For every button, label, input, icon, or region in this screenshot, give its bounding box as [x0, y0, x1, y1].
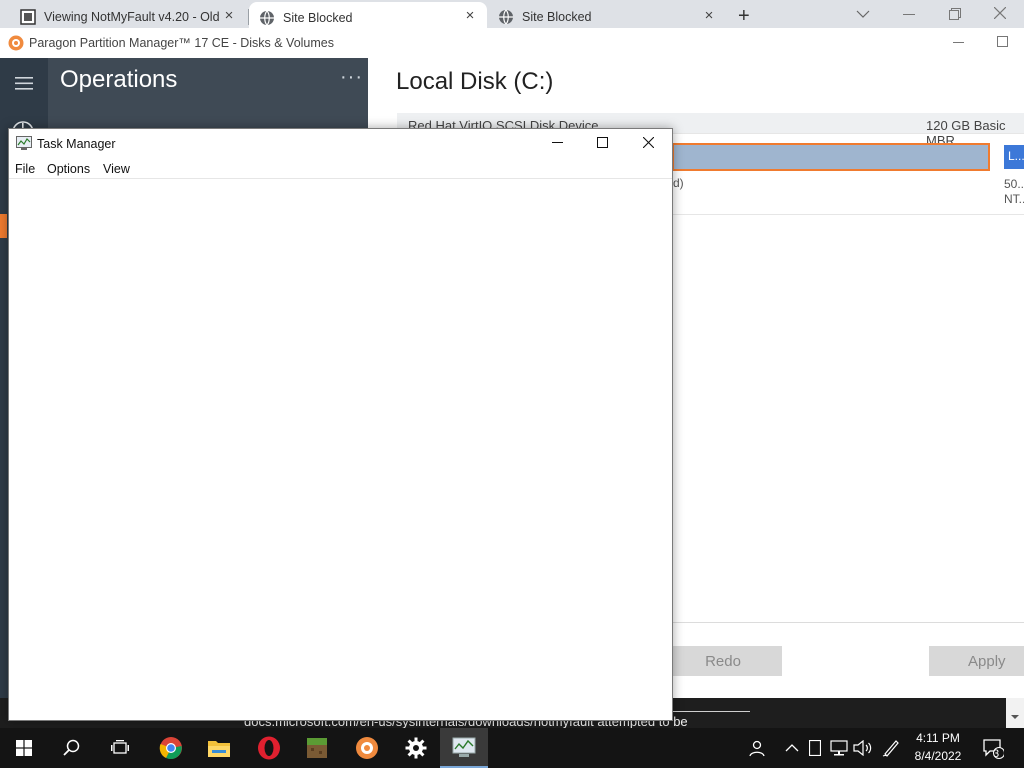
notification-scrollbar[interactable]	[1006, 698, 1024, 728]
maximize-icon[interactable]	[597, 137, 608, 148]
task-view-icon[interactable]	[105, 733, 135, 763]
opera-icon[interactable]	[254, 733, 284, 763]
file-explorer-icon[interactable]	[204, 733, 234, 763]
tab-search-chevron-icon[interactable]	[856, 9, 870, 19]
active-section-indicator	[0, 214, 7, 238]
paragon-logo-icon	[8, 35, 24, 51]
start-windows-icon[interactable]	[9, 733, 39, 763]
pen-ink-icon[interactable]	[876, 733, 906, 763]
menu-file[interactable]: File	[15, 162, 35, 176]
minimize-icon[interactable]	[903, 14, 915, 16]
menu-view[interactable]: View	[103, 162, 130, 176]
tab-title: Site Blocked	[283, 10, 353, 25]
volume-icon[interactable]	[848, 733, 878, 763]
tab-title: Site Blocked	[522, 9, 592, 24]
minimize-icon[interactable]	[953, 42, 964, 44]
partition-label-tile[interactable]: L...	[1004, 145, 1024, 169]
partition-size: 50...	[1004, 177, 1024, 191]
globe-icon	[498, 9, 514, 25]
close-tab-icon[interactable]: ×	[702, 8, 716, 23]
maximize-icon[interactable]	[997, 36, 1008, 47]
notification-count-badge: 3	[993, 748, 1000, 760]
globe-icon	[259, 10, 275, 26]
task-manager-title: Task Manager	[37, 137, 116, 151]
apply-button[interactable]: Apply	[929, 646, 1024, 676]
minimize-icon[interactable]	[552, 142, 563, 144]
search-icon[interactable]	[57, 733, 87, 763]
new-tab-button[interactable]: +	[738, 5, 750, 28]
paragon-taskbar-icon[interactable]	[352, 733, 382, 763]
operations-title: Operations	[60, 66, 178, 93]
divider	[672, 214, 1024, 215]
redo-button[interactable]: Redo	[664, 646, 782, 676]
task-manager-taskbar-icon[interactable]	[449, 733, 479, 763]
page-favicon-icon	[20, 8, 36, 25]
close-tab-icon[interactable]: ×	[222, 8, 236, 23]
tab-title: Viewing NotMyFault v4.20 - Olde	[44, 9, 220, 24]
close-icon[interactable]	[643, 137, 654, 148]
partition-c-bar[interactable]	[672, 143, 990, 171]
chrome-icon[interactable]	[156, 733, 186, 763]
partition-label: d)	[673, 176, 684, 190]
volume-title: Local Disk (C:)	[396, 68, 554, 95]
close-tab-icon[interactable]: ×	[463, 8, 477, 23]
window-title: Paragon Partition Manager™ 17 CE - Disks…	[29, 36, 334, 50]
menu-options[interactable]: Options	[47, 162, 90, 176]
more-options-button[interactable]: ···	[340, 66, 363, 89]
restore-icon[interactable]	[949, 8, 961, 20]
minecraft-icon[interactable]	[302, 733, 332, 763]
task-manager-window	[8, 128, 673, 721]
task-manager-icon	[16, 136, 32, 151]
clock-time[interactable]: 4:11 PM	[910, 731, 966, 745]
settings-gear-icon[interactable]	[401, 733, 431, 763]
clock-date[interactable]: 8/4/2022	[910, 749, 966, 763]
partition-filesystem: NT...	[1004, 192, 1024, 206]
people-icon[interactable]	[742, 733, 772, 763]
paragon-titlebar: Paragon Partition Manager™ 17 CE - Disks…	[0, 28, 1024, 58]
close-icon[interactable]	[994, 7, 1006, 19]
hamburger-menu-icon[interactable]	[15, 77, 33, 90]
menubar-divider	[9, 178, 672, 179]
